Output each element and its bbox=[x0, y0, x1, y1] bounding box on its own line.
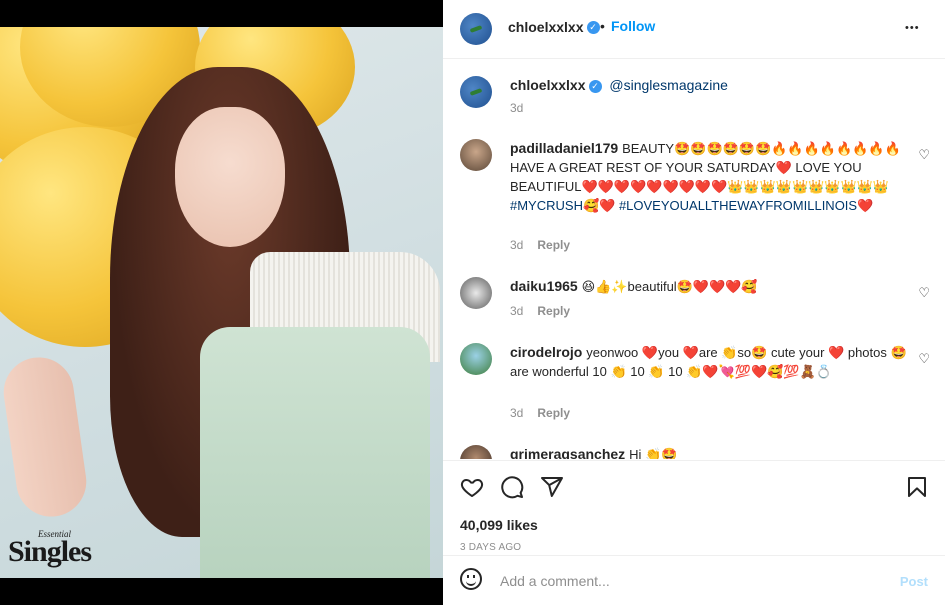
comment-body: grimeragsanchez Hi 👏🤩 bbox=[510, 445, 915, 459]
add-comment-input[interactable]: Add a comment... bbox=[500, 573, 610, 589]
add-comment-bar: Add a comment... Post bbox=[443, 555, 945, 606]
commenter-username[interactable]: padilladaniel179 bbox=[510, 140, 618, 156]
reply-button[interactable]: Reply bbox=[537, 304, 570, 318]
like-comment-heart-icon[interactable]: ♡ bbox=[918, 351, 930, 367]
caption-age: 3d bbox=[510, 101, 524, 115]
dress-shape bbox=[200, 327, 430, 578]
post-photo[interactable] bbox=[0, 27, 443, 578]
commenter-username[interactable]: grimeragsanchez bbox=[510, 446, 625, 459]
like-comment-heart-icon[interactable]: ♡ bbox=[918, 285, 930, 301]
comment-body: padilladaniel179 BEAUTY🤩🤩🤩🤩🤩🤩🔥🔥🔥🔥🔥🔥🔥🔥 HA… bbox=[510, 139, 915, 215]
comment-meta: 3d Reply bbox=[510, 304, 571, 318]
post-comment-button[interactable]: Post bbox=[900, 574, 928, 589]
separator-dot: • bbox=[600, 18, 605, 34]
comment-text: Hi 👏🤩 bbox=[629, 447, 678, 459]
commenter-avatar[interactable] bbox=[460, 343, 492, 375]
commenter-avatar[interactable] bbox=[460, 139, 492, 171]
comment-text: 😆👍✨beautiful🤩❤️❤️❤️🥰 bbox=[581, 279, 758, 294]
post-photo-frame: Essential Singles bbox=[0, 0, 443, 605]
author-name-wrap: chloelxxlxx ✓ bbox=[508, 19, 600, 37]
comment-hashtags[interactable]: #MYCRUSH🥰❤️ #LOVEYOUALLTHEWAYFROMILLINOI… bbox=[510, 198, 873, 213]
comment-meta: 3d Reply bbox=[510, 238, 571, 252]
like-comment-heart-icon[interactable]: ♡ bbox=[918, 147, 930, 163]
like-heart-icon[interactable] bbox=[460, 475, 484, 499]
arm-shape bbox=[0, 352, 91, 522]
follow-button[interactable]: Follow bbox=[611, 18, 655, 34]
reply-button[interactable]: Reply bbox=[537, 406, 570, 420]
post-header: chloelxxlxx ✓ • Follow ••• bbox=[443, 0, 945, 59]
caption-avatar[interactable] bbox=[460, 76, 492, 108]
verified-badge-icon: ✓ bbox=[586, 21, 600, 35]
likes-count[interactable]: 40,099 likes bbox=[460, 517, 538, 533]
emoji-picker-icon[interactable] bbox=[460, 568, 482, 590]
commenter-avatar[interactable] bbox=[460, 277, 492, 309]
more-options-icon[interactable]: ••• bbox=[905, 22, 920, 34]
comment-body: daiku1965 😆👍✨beautiful🤩❤️❤️❤️🥰 bbox=[510, 277, 915, 296]
caption-mention[interactable]: @singlesmagazine bbox=[609, 77, 728, 93]
verified-badge-icon: ✓ bbox=[588, 79, 602, 93]
face-shape bbox=[175, 107, 285, 247]
commenter-username[interactable]: daiku1965 bbox=[510, 278, 578, 294]
post-timestamp: 3 DAYS AGO bbox=[460, 542, 522, 553]
post-actions: 40,099 likes 3 DAYS AGO bbox=[443, 460, 945, 556]
comments-list[interactable]: chloelxxlxx ✓ @singlesmagazine 3d padilla… bbox=[443, 59, 945, 459]
author-username[interactable]: chloelxxlxx bbox=[508, 19, 584, 35]
comment-body: cirodelrojo yeonwoo ❤️you ❤️are 👏so🤩 cut… bbox=[510, 343, 915, 381]
commenter-username[interactable]: cirodelrojo bbox=[510, 344, 582, 360]
watermark-logo: Singles bbox=[8, 535, 92, 568]
reply-button[interactable]: Reply bbox=[537, 238, 570, 252]
caption-body: chloelxxlxx ✓ @singlesmagazine bbox=[510, 76, 915, 94]
post-details-panel: chloelxxlxx ✓ • Follow ••• chloelxxlxx ✓ @… bbox=[443, 0, 945, 605]
comment-icon[interactable] bbox=[500, 475, 524, 499]
author-avatar[interactable] bbox=[460, 13, 492, 45]
caption-username[interactable]: chloelxxlxx bbox=[510, 77, 586, 93]
comment-meta: 3d Reply bbox=[510, 406, 571, 420]
save-bookmark-icon[interactable] bbox=[905, 475, 929, 499]
commenter-avatar[interactable] bbox=[460, 445, 492, 459]
share-icon[interactable] bbox=[540, 475, 564, 499]
